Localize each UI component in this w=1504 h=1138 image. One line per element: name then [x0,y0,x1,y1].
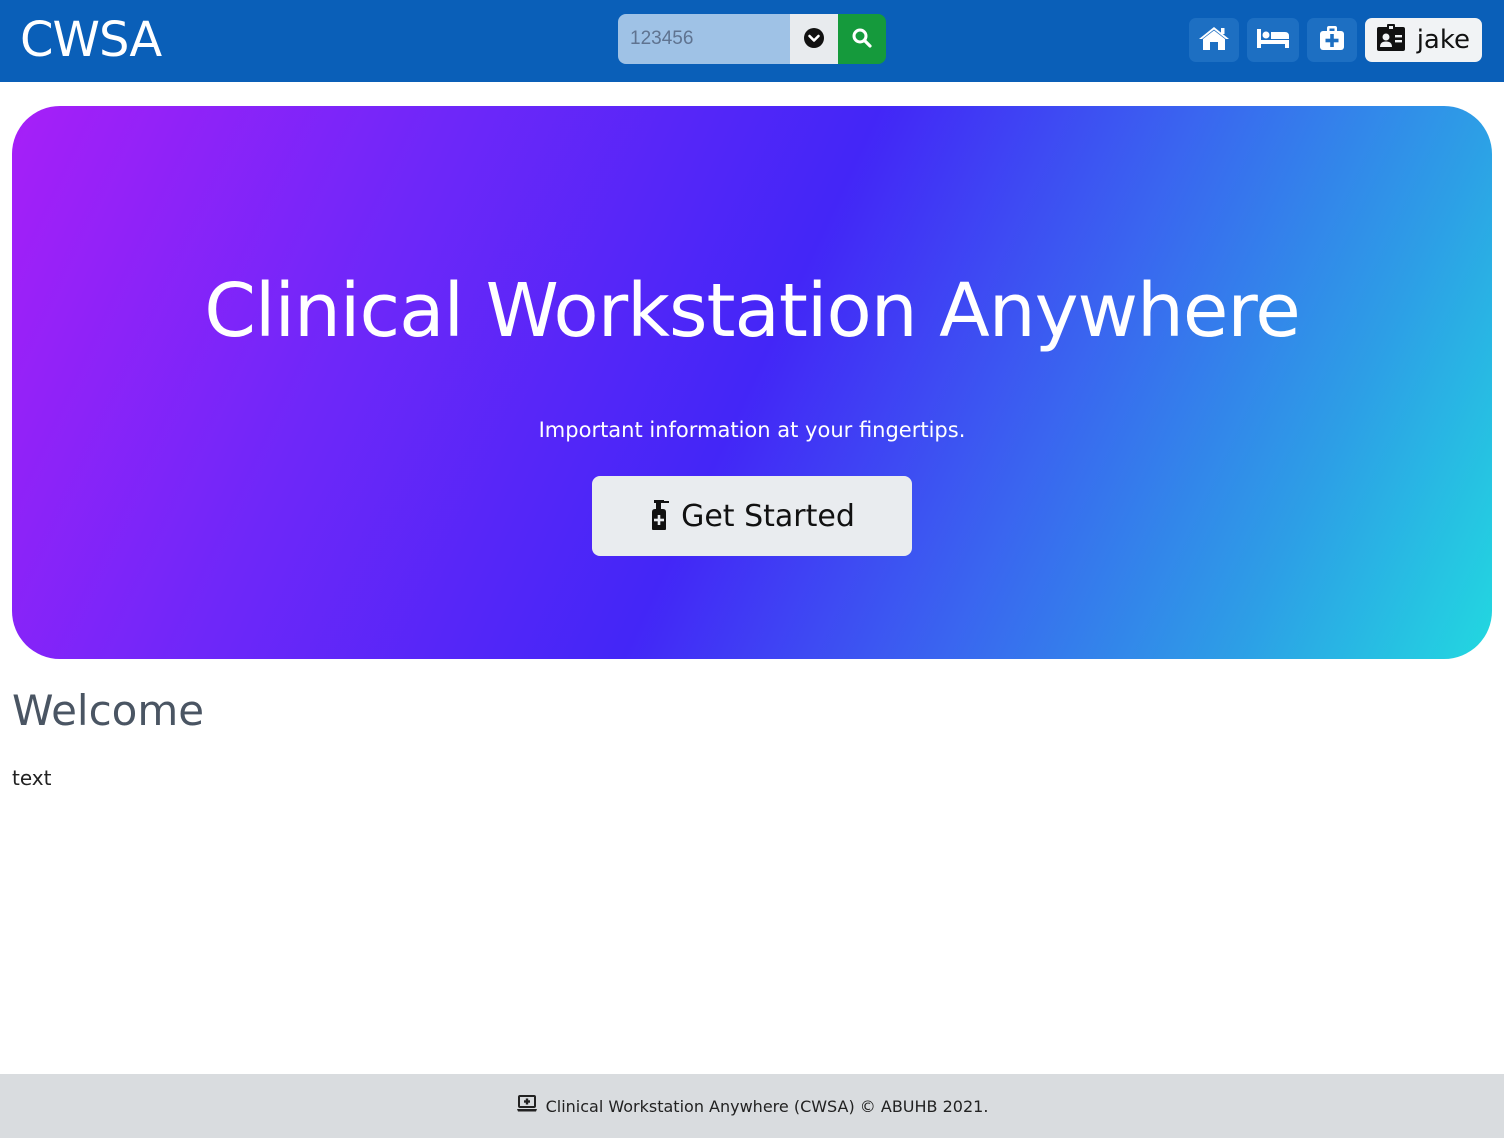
get-started-label: Get Started [681,498,855,534]
search-input[interactable] [618,14,790,64]
bed-icon [1255,26,1291,54]
search-icon [851,27,873,52]
beds-button[interactable] [1246,18,1299,62]
chevron-down-circle-icon [803,27,825,52]
hero-banner: Clinical Workstation Anywhere Important … [12,106,1492,659]
id-badge-icon [1375,23,1407,57]
home-button[interactable] [1188,18,1239,62]
clinical-button[interactable] [1306,18,1357,62]
medkit-icon [1317,24,1347,56]
brand-logo[interactable]: CWSA [20,10,162,70]
home-icon [1197,24,1231,56]
nav-actions: jake [1188,18,1482,62]
page-heading: Welcome [12,686,205,735]
search-type-dropdown-button[interactable] [790,14,838,64]
laptop-medical-icon [516,1095,538,1117]
user-name: jake [1416,25,1470,55]
navbar: CWSA 123456 jake [0,0,1504,82]
footer-text: Clinical Workstation Anywhere (CWSA) © A… [545,1096,989,1116]
user-menu-button[interactable]: jake [1364,18,1482,62]
get-started-button[interactable]: Get Started [592,476,912,556]
search-button[interactable] [838,14,886,64]
hero-title: Clinical Workstation Anywhere [204,268,1301,354]
patient-search [618,14,886,64]
hand-sanitizer-icon [649,499,671,534]
footer: Clinical Workstation Anywhere (CWSA) © A… [0,1074,1504,1138]
page-body-text: text [12,766,52,790]
hero-subtitle: Important information at your fingertips… [538,418,966,442]
